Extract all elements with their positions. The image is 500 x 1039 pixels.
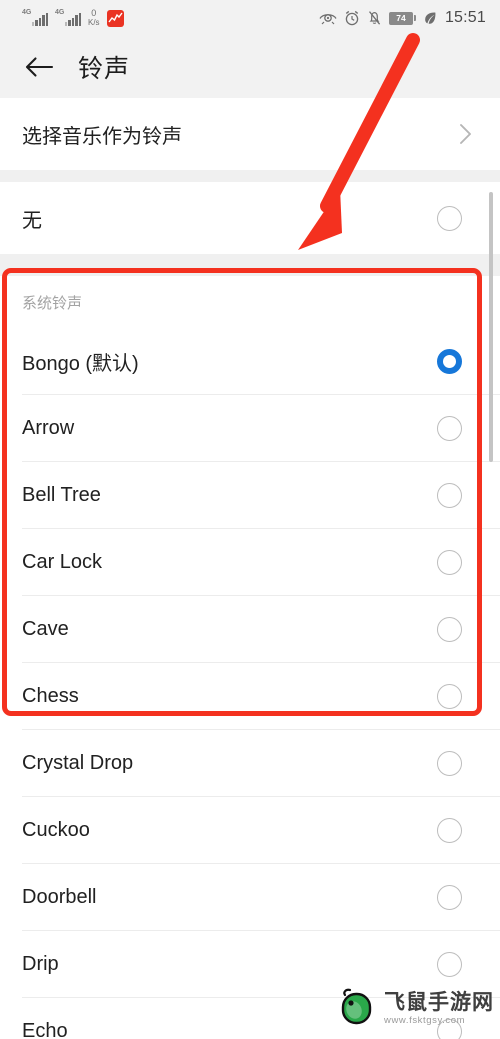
ringtone-label: Drip — [22, 953, 59, 975]
network-speed-indicator: 0 K/s — [88, 9, 100, 27]
ringtone-label: Doorbell — [22, 886, 97, 908]
leaf-power-save-icon — [423, 11, 437, 25]
ringtone-list: Bongo (默认) Arrow Bell Tree Car Lock Cave Ches… — [0, 328, 500, 1039]
radio-selected[interactable] — [437, 349, 462, 374]
radio-unselected[interactable] — [437, 885, 462, 910]
ringtone-label: Cave — [22, 618, 69, 640]
radio-unselected[interactable] — [437, 1019, 462, 1039]
system-ringtones-header: 系统铃声 — [0, 276, 500, 328]
ringtone-label: Car Lock — [22, 551, 103, 573]
ringtone-row-none[interactable]: 无 — [0, 182, 500, 254]
phone-screen: 4G 4G 0 K/s 74 15:51 铃声 选择音乐作为铃声 无 系统铃声 … — [0, 0, 500, 1039]
ringtone-label: Echo — [22, 1020, 68, 1039]
status-bar: 4G 4G 0 K/s 74 15:51 — [0, 0, 500, 36]
vertical-scrollbar-thumb[interactable] — [489, 192, 493, 462]
back-arrow-icon — [25, 57, 54, 77]
ringtone-row[interactable]: Bongo (默认) — [0, 328, 500, 395]
status-bar-left: 4G 4G 0 K/s — [22, 9, 124, 27]
ringtone-label: Chess — [22, 685, 79, 707]
page-title: 铃声 — [78, 55, 131, 83]
ringtone-label: Arrow — [22, 417, 75, 439]
ringtone-row[interactable]: Drip — [0, 931, 500, 998]
network-speed-unit: K/s — [88, 18, 100, 27]
ringtone-label: Bell Tree — [22, 484, 101, 506]
radio-unselected[interactable] — [437, 550, 462, 575]
radio-unselected[interactable] — [437, 818, 462, 843]
radio-unselected[interactable] — [437, 483, 462, 508]
network-speed-value: 0 — [91, 8, 97, 18]
ringtone-row[interactable]: Cuckoo — [0, 797, 500, 864]
ringtone-label: Crystal Drop — [22, 752, 134, 774]
ringtone-row[interactable]: Arrow — [0, 395, 500, 462]
ringtone-list-scroll[interactable]: 选择音乐作为铃声 无 系统铃声 Bongo (默认) Arrow Bell Tree… — [0, 98, 500, 1039]
section-gap-1 — [0, 170, 500, 182]
ringtone-label: Bongo (默认) — [22, 353, 139, 375]
pick-music-card: 选择音乐作为铃声 — [0, 98, 500, 170]
ringtone-row[interactable]: Car Lock — [0, 529, 500, 596]
sim2-network-label: 4G — [55, 9, 65, 16]
signal-sim1-icon: 4G — [22, 9, 48, 27]
radio-unselected[interactable] — [437, 684, 462, 709]
battery-level-label: 74 — [389, 12, 412, 24]
ringtone-row[interactable]: Crystal Drop — [0, 730, 500, 797]
battery-indicator: 74 — [388, 11, 416, 25]
back-button[interactable] — [22, 50, 56, 84]
pick-music-label: 选择音乐作为铃声 — [22, 125, 182, 148]
ringtone-row[interactable]: Doorbell — [0, 864, 500, 931]
ringtone-row[interactable]: Cave — [0, 596, 500, 663]
none-label: 无 — [22, 209, 42, 232]
alarm-clock-icon — [344, 10, 360, 26]
ringtone-row[interactable]: Echo — [0, 998, 500, 1039]
radio-unselected[interactable] — [437, 751, 462, 776]
ringtone-label: Cuckoo — [22, 819, 90, 841]
signal-sim2-icon: 4G — [55, 9, 81, 27]
ringtone-row[interactable]: Bell Tree — [0, 462, 500, 529]
status-bar-right: 74 15:51 — [319, 9, 486, 27]
bell-muted-icon — [367, 10, 382, 26]
radio-unselected[interactable] — [437, 416, 462, 441]
radio-none[interactable] — [437, 205, 462, 231]
none-card: 无 — [0, 182, 500, 254]
system-ringtones-card: 系统铃声 Bongo (默认) Arrow Bell Tree Car Lock Cav… — [0, 276, 500, 1039]
sim1-network-label: 4G — [22, 9, 32, 16]
radio-unselected[interactable] — [437, 617, 462, 642]
stock-chart-icon — [106, 9, 124, 27]
section-gap-2 — [0, 254, 500, 276]
status-bar-clock: 15:51 — [444, 9, 486, 26]
app-bar: 铃声 — [0, 36, 500, 98]
ringtone-row[interactable]: Chess — [0, 663, 500, 730]
chevron-right-icon — [454, 123, 476, 145]
pick-music-row[interactable]: 选择音乐作为铃声 — [0, 98, 500, 170]
eye-care-icon — [319, 11, 337, 25]
radio-unselected[interactable] — [437, 952, 462, 977]
